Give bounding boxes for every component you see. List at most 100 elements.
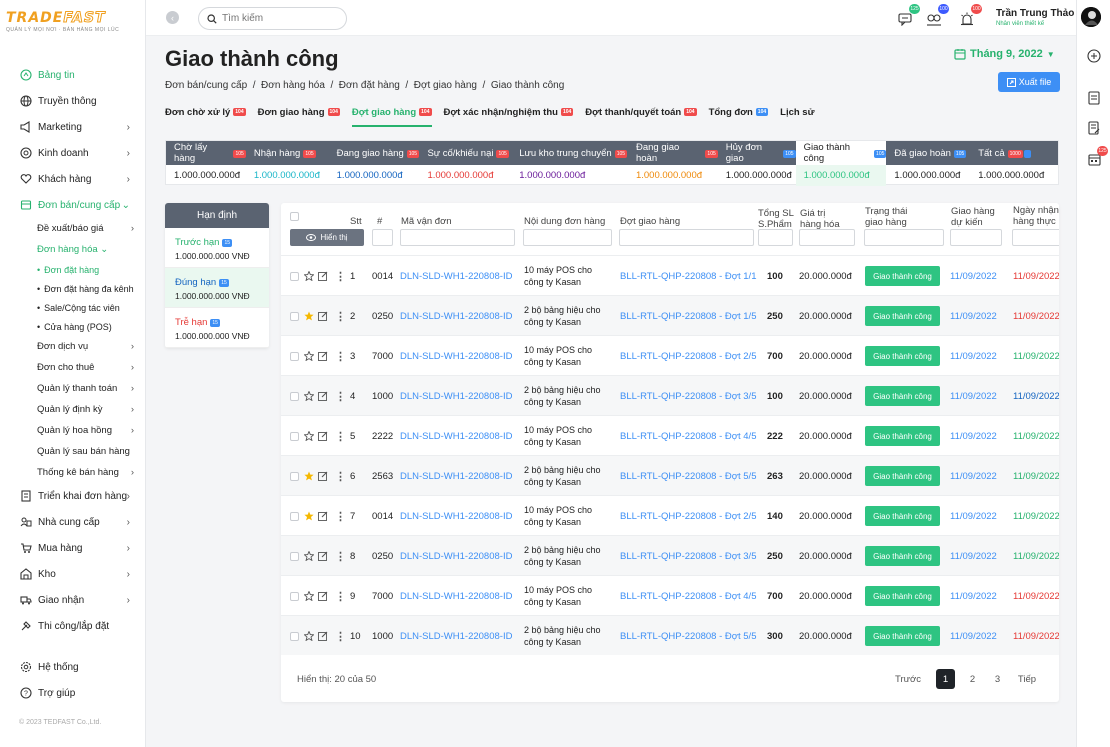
sidebar-item2-3[interactable]: Kho › <box>0 561 146 587</box>
page-2-button[interactable]: 2 <box>963 669 982 689</box>
tab-6[interactable]: Lịch sử <box>780 107 814 127</box>
favorite-button[interactable] <box>304 616 314 656</box>
column-filter-input[interactable] <box>799 229 855 246</box>
page-1-button[interactable]: 1 <box>936 669 955 689</box>
month-picker[interactable]: Tháng 9, 2022 ▼ <box>954 48 1055 60</box>
favorite-button[interactable] <box>304 336 314 376</box>
tab-5[interactable]: Tổng đơn 104 <box>709 107 769 127</box>
more-options-icon[interactable]: ⋮ <box>335 536 346 576</box>
shipment-code-link[interactable]: DLN-SLD-WH1-220808-ID <box>400 416 512 456</box>
batch-link[interactable]: BLL-RTL-QHP-220808 - Đợt 3/5 <box>620 376 756 416</box>
sidebar-sub3-6[interactable]: Thống kê bán hàng › <box>0 462 146 483</box>
shipment-code-link[interactable]: DLN-SLD-WH1-220808-ID <box>400 616 512 656</box>
sidebar-item-2[interactable]: Marketing › <box>0 114 146 140</box>
search-input[interactable] <box>222 13 332 24</box>
favorite-button[interactable] <box>304 376 314 416</box>
shipment-code-link[interactable]: DLN-SLD-WH1-220808-ID <box>400 256 512 296</box>
status-tab-2[interactable]: Đang giao hàng 105 <box>329 141 420 165</box>
sidebar-item-0[interactable]: Bảng tin <box>0 62 146 88</box>
shipment-code-link[interactable]: DLN-SLD-WH1-220808-ID <box>400 496 512 536</box>
add-button[interactable] <box>1086 48 1102 64</box>
sidebar-sub2-3[interactable]: • Cửa hàng (POS) <box>0 317 146 336</box>
favorite-button[interactable] <box>304 496 314 536</box>
batch-link[interactable]: BLL-RTL-QHP-220808 - Đợt 3/5 <box>620 536 756 576</box>
status-badge[interactable]: Giao thành công <box>865 306 940 326</box>
sidebar-sub2-2[interactable]: • Sale/Cộng tác viên <box>0 298 146 317</box>
status-tab-7[interactable]: Giao thành công 105 <box>795 141 887 165</box>
status-tab-4[interactable]: Lưu kho trung chuyển 105 <box>511 141 628 165</box>
status-badge[interactable]: Giao thành công <box>865 586 940 606</box>
favorite-button[interactable] <box>304 576 314 616</box>
sidebar-sub2-1[interactable]: • Đơn đặt hàng đa kênh <box>0 279 146 298</box>
table-row[interactable]: ⋮ 7 0014 DLN-SLD-WH1-220808-ID 10 máy PO… <box>281 495 1059 535</box>
status-tab-8[interactable]: Đã giao hoàn 105 <box>886 141 970 165</box>
more-options-icon[interactable]: ⋮ <box>335 256 346 296</box>
column-filter-input[interactable] <box>1012 229 1059 246</box>
shipment-code-link[interactable]: DLN-SLD-WH1-220808-ID <box>400 576 512 616</box>
col-header-expected[interactable]: Giao hàng dự kiến <box>951 206 999 228</box>
col-header-batch[interactable]: Đợt giao hàng <box>620 216 680 227</box>
sidebar-bottom-0[interactable]: Hệ thống <box>0 654 146 680</box>
export-button[interactable]: Xuất file <box>998 72 1060 92</box>
batch-link[interactable]: BLL-RTL-QHP-220808 - Đợt 1/1 <box>620 256 756 296</box>
col-header-value[interactable]: Giá trị hàng hóa <box>800 208 840 230</box>
favorite-button[interactable] <box>304 296 314 336</box>
col-header-stt[interactable]: Stt <box>350 216 362 227</box>
row-checkbox[interactable] <box>290 591 299 601</box>
more-options-icon[interactable]: ⋮ <box>335 456 346 496</box>
sidebar-sub3-1[interactable]: Đơn cho thuê › <box>0 357 146 378</box>
col-header-num[interactable]: # <box>377 216 382 227</box>
table-row[interactable]: ⋮ 5 2222 DLN-SLD-WH1-220808-ID 10 máy PO… <box>281 415 1059 455</box>
sidebar-item-4[interactable]: Khách hàng › <box>0 166 146 192</box>
sidebar-sub-1[interactable]: Đơn hàng hóa ⌄ <box>0 239 146 260</box>
more-options-icon[interactable]: ⋮ <box>335 616 346 656</box>
edit-button[interactable] <box>318 376 328 416</box>
table-row[interactable]: ⋮ 2 0250 DLN-SLD-WH1-220808-ID 2 bộ bảng… <box>281 295 1059 335</box>
batch-link[interactable]: BLL-RTL-QHP-220808 - Đợt 2/5 <box>620 496 756 536</box>
batch-link[interactable]: BLL-RTL-QHP-220808 - Đợt 4/5 <box>620 416 756 456</box>
edit-button[interactable] <box>318 536 328 576</box>
shipment-code-link[interactable]: DLN-SLD-WH1-220808-ID <box>400 336 512 376</box>
deadline-item-0[interactable]: Trước hạn 15 1.000.000.000 VNĐ <box>165 228 269 268</box>
tab-2[interactable]: Đợt giao hàng 104 <box>351 107 432 127</box>
status-badge[interactable]: Giao thành công <box>865 426 940 446</box>
deadline-item-2[interactable]: Trễ hạn 15 1.000.000.000 VNĐ <box>165 308 269 348</box>
col-header-actual[interactable]: Ngày nhận hàng thực <box>1013 205 1059 227</box>
row-checkbox[interactable] <box>290 551 299 561</box>
edit-button[interactable] <box>318 576 328 616</box>
shipment-code-link[interactable]: DLN-SLD-WH1-220808-ID <box>400 536 512 576</box>
show-filter-button[interactable]: Hiển thị <box>290 229 364 246</box>
chat-button[interactable]: 125 <box>896 4 920 27</box>
edit-button[interactable] <box>318 256 328 296</box>
col-header-content[interactable]: Nội dung đơn hàng <box>524 216 605 227</box>
sidebar-item-1[interactable]: Truyền thông <box>0 88 146 114</box>
favorite-button[interactable] <box>304 416 314 456</box>
batch-link[interactable]: BLL-RTL-QHP-220808 - Đợt 2/5 <box>620 336 756 376</box>
col-header-code[interactable]: Mã vận đơn <box>401 216 452 227</box>
notes-button[interactable] <box>1086 90 1102 106</box>
row-checkbox[interactable] <box>290 351 299 361</box>
brand-logo[interactable]: TRADEFAST QUẢN LÝ MỌI NƠI · BÁN HÀNG MỌI… <box>6 10 119 34</box>
status-tab-0[interactable]: Chờ lấy hàng 105 <box>166 141 246 165</box>
table-row[interactable]: ⋮ 10 1000 DLN-SLD-WH1-220808-ID 2 bộ bản… <box>281 615 1059 655</box>
table-row[interactable]: ⋮ 8 0250 DLN-SLD-WH1-220808-ID 2 bộ bảng… <box>281 535 1059 575</box>
page-3-button[interactable]: 3 <box>988 669 1007 689</box>
select-all-checkbox[interactable] <box>290 212 299 221</box>
prev-page-button[interactable]: Trước <box>893 669 923 689</box>
status-badge[interactable]: Giao thành công <box>865 626 940 646</box>
status-tab-1[interactable]: Nhận hàng 105 <box>246 141 329 165</box>
collapse-sidebar-button[interactable]: ‹ <box>166 11 179 24</box>
sidebar-sub3-3[interactable]: Quản lý định kỳ › <box>0 399 146 420</box>
status-tab-9[interactable]: Tất cả 1000 <box>970 141 1058 165</box>
status-tab-5[interactable]: Đang giao hoàn 105 <box>628 141 718 165</box>
column-filter-input[interactable] <box>523 229 612 246</box>
next-page-button[interactable]: Tiếp <box>1013 669 1041 689</box>
sidebar-sub3-0[interactable]: Đơn dịch vụ › <box>0 336 146 357</box>
status-badge[interactable]: Giao thành công <box>865 266 940 286</box>
more-options-icon[interactable]: ⋮ <box>335 416 346 456</box>
sidebar-item-sales[interactable]: Đơn bán/cung cấp ⌄ <box>0 192 146 218</box>
table-row[interactable]: ⋮ 6 2563 DLN-SLD-WH1-220808-ID 2 bộ bảng… <box>281 455 1059 495</box>
favorite-button[interactable] <box>304 256 314 296</box>
col-header-status[interactable]: Trạng thái giao hàng <box>865 206 923 228</box>
sidebar-item2-4[interactable]: Giao nhận › <box>0 587 146 613</box>
